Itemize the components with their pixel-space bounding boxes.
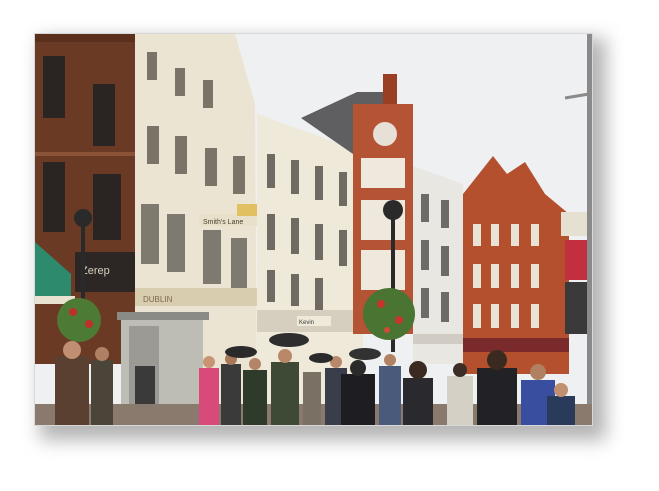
- street-photo: Zerep DUBLIN Smith's Lane Kevin: [34, 33, 593, 426]
- dublin-sign: DUBLIN: [143, 295, 173, 304]
- street-scene-image: Zerep DUBLIN Smith's Lane Kevin: [35, 34, 592, 425]
- shop-sign: Kevin: [299, 320, 314, 326]
- zerep-sign: Zerep: [81, 265, 110, 277]
- white-columned-building: [413, 166, 463, 364]
- lane-sign: Smith's Lane: [203, 219, 243, 226]
